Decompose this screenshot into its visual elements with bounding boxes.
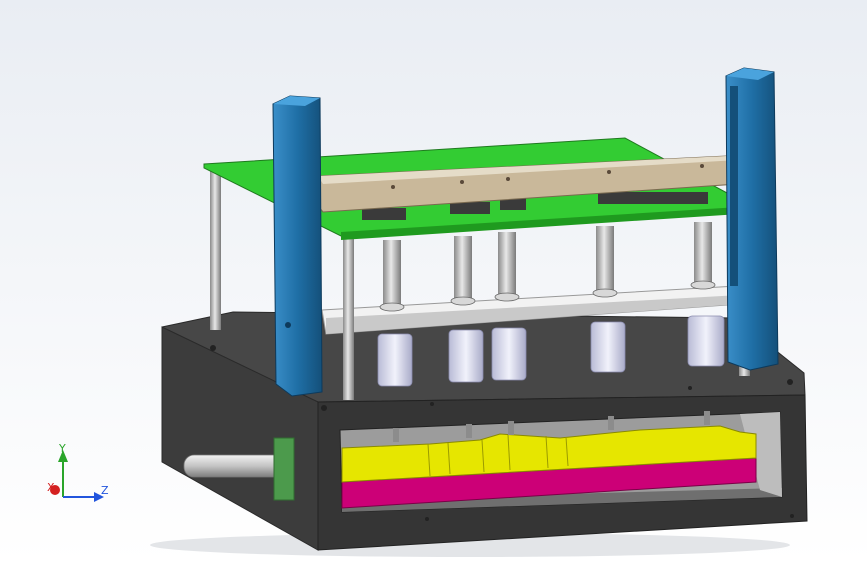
y-axis-label: Y: [58, 442, 66, 455]
cad-viewport[interactable]: Y Z X: [0, 0, 867, 562]
x-axis-label: X: [47, 481, 55, 494]
z-axis-label: Z: [101, 484, 109, 497]
coordinate-triad: Y Z X: [47, 442, 109, 502]
side-connector[interactable]: [273, 437, 295, 501]
right-blue-post[interactable]: [725, 67, 779, 371]
mold-assembly-drawing[interactable]: Y Z X: [0, 0, 867, 562]
side-shaft[interactable]: [183, 454, 285, 478]
left-blue-post[interactable]: [272, 95, 323, 397]
